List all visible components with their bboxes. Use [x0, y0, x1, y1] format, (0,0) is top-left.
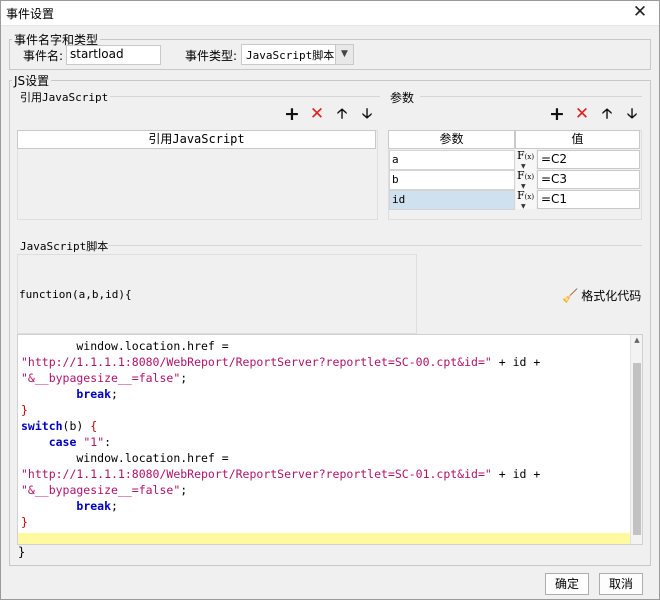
- code-token: ;: [111, 499, 118, 513]
- code-token: "http://1.1.1.1:8080/WebReport/ReportSer…: [21, 467, 492, 481]
- param-add-icon[interactable]: +: [548, 105, 566, 124]
- code-token: break: [76, 499, 112, 513]
- param-name-column-header: 参数: [388, 130, 515, 149]
- param-move-down-icon[interactable]: 🡣: [623, 105, 641, 123]
- param-separator: [420, 96, 642, 97]
- code-line: "&__bypagesize__=false";: [21, 370, 540, 386]
- chevron-down-icon[interactable]: ▼: [335, 45, 353, 64]
- ref-delete-icon[interactable]: ✕: [308, 105, 326, 123]
- function-signature: function(a,b,id){: [19, 288, 132, 301]
- code-token: window.location.href =: [21, 451, 236, 465]
- close-icon[interactable]: ✕: [628, 1, 652, 25]
- code-token: }: [21, 403, 28, 417]
- param-row-value[interactable]: =C1: [537, 190, 640, 209]
- param-value-column-header: 值: [515, 130, 640, 149]
- event-type-value: JavaScript脚本: [246, 49, 335, 62]
- ref-add-icon[interactable]: +: [283, 105, 301, 124]
- cancel-button[interactable]: 取消: [599, 573, 643, 595]
- formula-icon[interactable]: F(x) ▼: [516, 189, 536, 210]
- code-text[interactable]: window.location.href = "http://1.1.1.1:8…: [21, 338, 540, 530]
- param-row-name[interactable]: b: [389, 170, 515, 190]
- code-token: "&__bypagesize__=false": [21, 483, 181, 497]
- code-line: }: [21, 514, 540, 530]
- code-line: break;: [21, 386, 540, 402]
- code-line: window.location.href =: [21, 338, 540, 354]
- code-token: (b): [62, 419, 91, 433]
- function-closing-brace: }: [18, 545, 26, 559]
- ref-js-separator: [110, 96, 380, 97]
- code-line: "http://1.1.1.1:8080/WebReport/ReportSer…: [21, 466, 540, 482]
- formula-icon[interactable]: F(x) ▼: [516, 149, 536, 170]
- code-line: "&__bypagesize__=false";: [21, 482, 540, 498]
- param-row-name[interactable]: a: [389, 150, 515, 170]
- ref-move-down-icon[interactable]: 🡣: [358, 105, 376, 123]
- event-type-label: 事件类型:: [185, 49, 238, 63]
- code-token: ;: [111, 387, 118, 401]
- param-delete-icon[interactable]: ✕: [573, 105, 591, 123]
- code-line: window.location.href =: [21, 450, 540, 466]
- title-bar: 事件设置 ✕: [0, 0, 660, 26]
- code-token: + id +: [491, 467, 541, 481]
- js-group-legend: JS设置: [14, 74, 50, 88]
- code-token: :: [104, 435, 112, 449]
- scrollbar-thumb[interactable]: [633, 363, 641, 535]
- format-code-label: 格式化代码: [581, 289, 642, 303]
- code-token: + id +: [491, 355, 541, 369]
- ok-button[interactable]: 确定: [545, 573, 589, 595]
- format-code-button[interactable]: 🧹 格式化代码: [562, 287, 641, 304]
- code-line: }: [21, 402, 540, 418]
- ref-js-column-header: 引用JavaScript: [17, 130, 376, 149]
- event-name-input[interactable]: startload: [66, 45, 161, 65]
- param-row-value[interactable]: =C3: [537, 170, 640, 189]
- broom-icon: 🧹: [562, 289, 579, 304]
- code-token: switch: [21, 419, 63, 433]
- param-move-up-icon[interactable]: 🡡: [598, 105, 616, 123]
- script-section-title: JavaScript脚本: [20, 240, 109, 253]
- scroll-up-arrow-icon[interactable]: ▲: [631, 336, 642, 344]
- current-line-highlight: [18, 533, 632, 544]
- event-type-select[interactable]: JavaScript脚本 ▼: [241, 44, 354, 65]
- event-name-label: 事件名:: [23, 49, 64, 63]
- param-row-name-selected[interactable]: id: [389, 190, 515, 210]
- ref-js-section-title: 引用JavaScript: [20, 91, 109, 104]
- window-title: 事件设置: [6, 7, 55, 21]
- code-editor[interactable]: window.location.href = "http://1.1.1.1:8…: [17, 334, 643, 545]
- script-separator: [108, 245, 642, 246]
- code-token: "&__bypagesize__=false": [21, 371, 181, 385]
- code-token: ;: [180, 483, 188, 497]
- editor-scrollbar[interactable]: ▲: [630, 335, 642, 544]
- code-token: break: [76, 387, 112, 401]
- code-token: {: [90, 419, 98, 433]
- param-section-title: 参数: [390, 91, 415, 105]
- code-line: break;: [21, 498, 540, 514]
- code-token: window.location.href =: [21, 339, 236, 353]
- param-row-value[interactable]: =C2: [537, 150, 640, 169]
- code-token: case: [48, 435, 77, 449]
- code-token: "http://1.1.1.1:8080/WebReport/ReportSer…: [21, 355, 492, 369]
- code-line: case "1":: [21, 434, 540, 450]
- ref-move-up-icon[interactable]: 🡡: [333, 105, 351, 123]
- code-token: }: [21, 515, 28, 529]
- code-line: switch(b) {: [21, 418, 540, 434]
- code-line: "http://1.1.1.1:8080/WebReport/ReportSer…: [21, 354, 540, 370]
- formula-icon[interactable]: F(x) ▼: [516, 169, 536, 190]
- code-token: "1": [83, 435, 105, 449]
- code-token: ;: [180, 371, 188, 385]
